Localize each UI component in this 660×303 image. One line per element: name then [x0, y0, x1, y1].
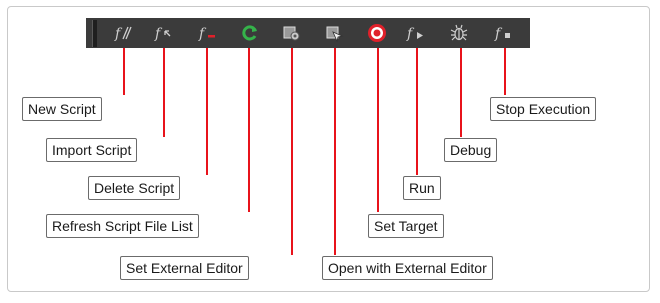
new-script-button[interactable]: f [111, 18, 137, 48]
svg-text:f: f [198, 26, 207, 42]
import-script-button[interactable]: f [151, 18, 177, 48]
callout-run: Run [403, 176, 441, 200]
delete-script-button[interactable]: f [195, 18, 221, 48]
new-script-icon: f [114, 24, 134, 42]
leader-line-delete-script [206, 48, 208, 175]
svg-text:f: f [154, 26, 163, 42]
debug-icon [449, 23, 469, 43]
callout-import-script: Import Script [46, 138, 138, 162]
leader-line-refresh-list [248, 48, 250, 212]
callout-set-target: Set Target [368, 214, 444, 238]
callout-debug: Debug [444, 138, 498, 162]
svg-text:f: f [494, 26, 503, 42]
leader-line-open-external-editor [334, 48, 336, 255]
leader-line-run [416, 48, 418, 175]
run-button[interactable]: f [403, 18, 429, 48]
svg-text:f: f [114, 26, 123, 42]
leader-line-stop-execution [504, 48, 506, 95]
refresh-icon [240, 23, 260, 43]
leader-line-debug [460, 48, 462, 137]
leader-line-set-target [377, 48, 379, 212]
callout-refresh-list: Refresh Script File List [46, 214, 199, 238]
open-external-editor-icon [324, 23, 344, 43]
toolbar-grip[interactable] [92, 20, 97, 47]
leader-line-set-external-editor [291, 48, 293, 255]
delete-script-icon: f [198, 24, 218, 42]
leader-line-import-script [163, 48, 165, 137]
callout-new-script: New Script [22, 97, 102, 121]
open-external-editor-button[interactable] [321, 18, 347, 48]
refresh-button[interactable] [237, 18, 263, 48]
set-target-button[interactable] [364, 18, 390, 48]
callout-stop-execution: Stop Execution [490, 97, 597, 121]
svg-text:f: f [406, 26, 415, 42]
set-external-editor-icon [281, 23, 301, 43]
debug-button[interactable] [446, 18, 472, 48]
run-icon: f [406, 24, 426, 42]
callout-delete-script: Delete Script [88, 176, 181, 200]
import-script-icon: f [154, 24, 174, 42]
callout-set-external-editor: Set External Editor [120, 256, 249, 280]
set-external-editor-button[interactable] [278, 18, 304, 48]
callout-open-external-editor: Open with External Editor [322, 256, 493, 280]
set-target-icon [366, 22, 388, 44]
stop-execution-icon: f [494, 24, 514, 42]
stop-execution-button[interactable]: f [491, 18, 517, 48]
leader-line-new-script [123, 48, 125, 95]
